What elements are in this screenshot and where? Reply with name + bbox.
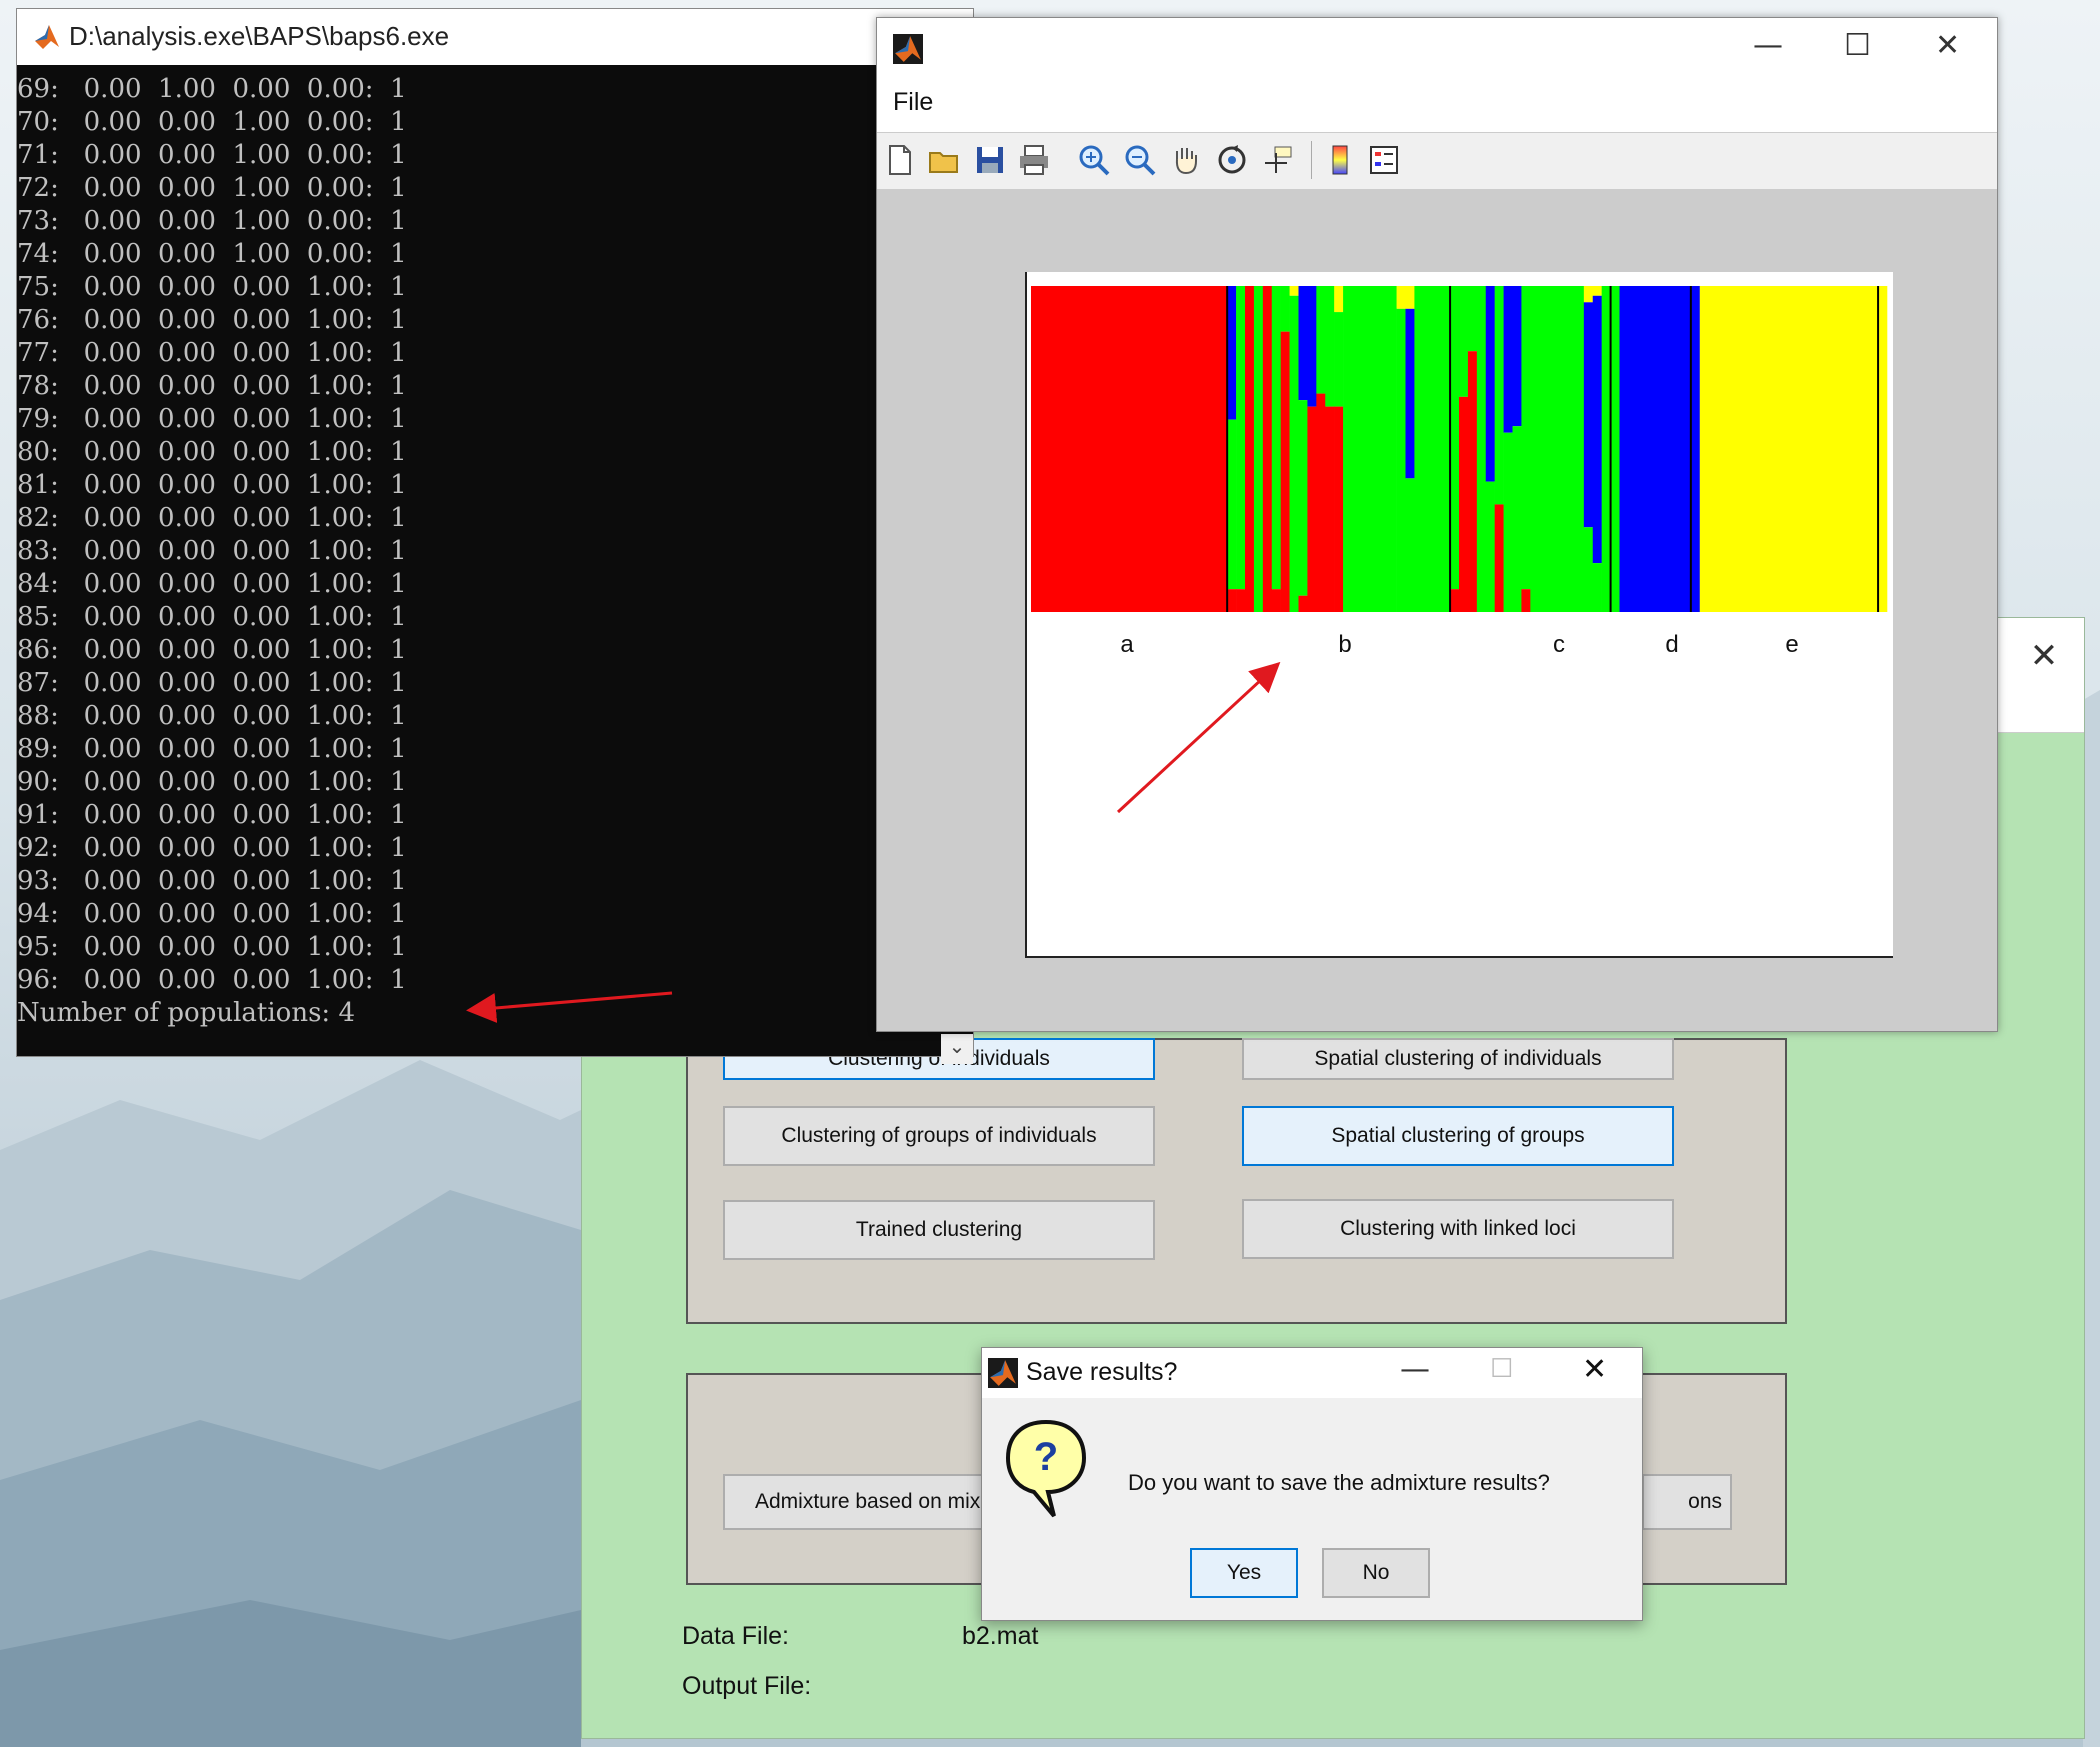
arrow-to-chart (1116, 661, 1281, 814)
maximize-icon: ☐ (1490, 1354, 1514, 1384)
close-icon[interactable]: ✕ (1582, 1352, 1607, 1387)
yes-button[interactable]: Yes (1190, 1548, 1298, 1598)
minimize-icon[interactable]: — (1400, 1352, 1430, 1387)
dialog-title: Save results? (1026, 1358, 1178, 1386)
dialog-title-bar: Save results? — ☐ ✕ (982, 1348, 1642, 1398)
matlab-icon (988, 1358, 1018, 1388)
save-results-dialog: Save results? — ☐ ✕ ? Do you want to sav… (981, 1347, 1643, 1621)
question-icon: ? (1005, 1419, 1087, 1518)
svg-text:?: ? (1034, 1435, 1058, 1479)
dialog-message: Do you want to save the admixture result… (1128, 1470, 1550, 1495)
no-button[interactable]: No (1322, 1548, 1430, 1598)
arrow-to-population-count (466, 991, 673, 1023)
